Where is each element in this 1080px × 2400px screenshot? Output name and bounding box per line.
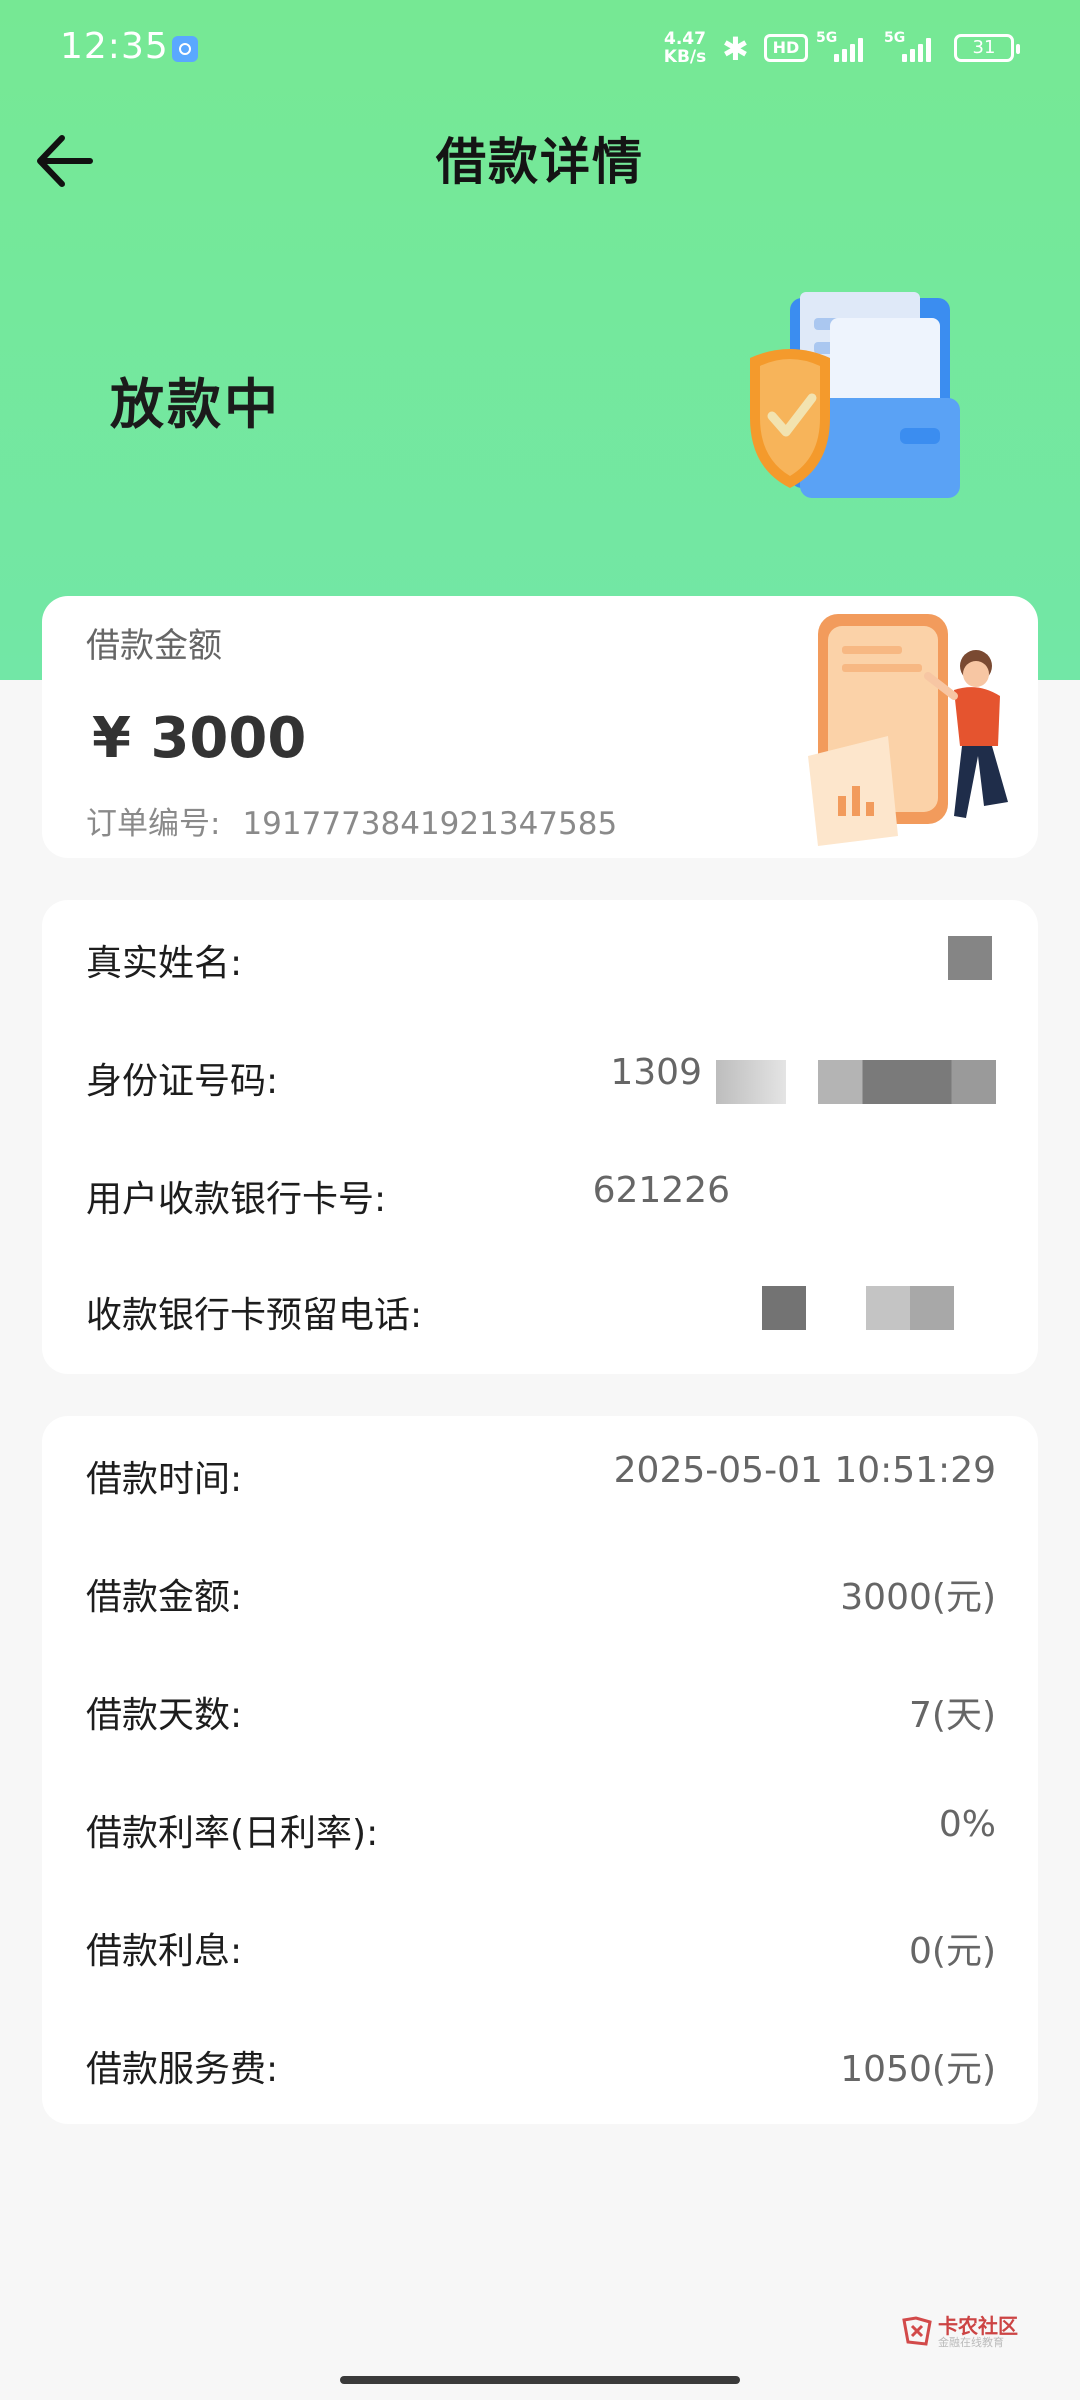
shield-folder-illustration (750, 292, 960, 498)
service-fee-value: 1050(元) (840, 2049, 996, 2090)
signal-icon (830, 38, 866, 62)
amount-label: 借款金额 (86, 626, 222, 666)
user-info-card: 真实姓名: 身份证号码: 1309 用户收款银行卡号: 621226 收款银行卡… (42, 900, 1038, 1374)
redacted-id-mask (818, 1060, 996, 1104)
order-number-label: 订单编号: (86, 806, 221, 842)
status-time: 12:35 (60, 26, 169, 67)
redacted-id-mask (716, 1060, 786, 1104)
reserved-phone-row: 收款银行卡预留电话: (86, 1286, 996, 1346)
phone-person-illustration (808, 614, 1008, 846)
service-fee-label: 借款服务费: (86, 2049, 279, 2090)
real-name-row: 真实姓名: (86, 934, 996, 994)
status-bar: 12:35 4.47 KB/s ✱ HD 5G 5G 31 (0, 0, 1080, 100)
app-notification-icon (172, 36, 198, 62)
loan-time-label: 借款时间: (86, 1459, 243, 1500)
id-number-value: 1309 (610, 1052, 702, 1093)
service-fee-row: 借款服务费: 1050(元) (86, 2040, 996, 2100)
loan-time-row: 借款时间: 2025-05-01 10:51:29 (86, 1450, 996, 1510)
loan-status: 放款中 (110, 373, 281, 436)
redacted-phone-mask (762, 1286, 806, 1330)
amount-value: ¥ 3000 (92, 706, 307, 771)
interest-rate-value: 0% (938, 1804, 996, 1845)
id-number-row: 身份证号码: 1309 (86, 1052, 996, 1112)
loan-days-label: 借款天数: (86, 1695, 243, 1736)
signal-icon (898, 38, 934, 62)
watermark-subtitle: 金融在线教育 (938, 2336, 1004, 2349)
loan-amount-card: 借款金额 ¥ 3000 订单编号: 1917773841921347585 (42, 596, 1038, 858)
loan-time-value: 2025-05-01 10:51:29 (613, 1450, 996, 1491)
bank-card-value: 621226 (592, 1170, 730, 1211)
id-number-label: 身份证号码: (86, 1061, 279, 1102)
page-title: 借款详情 (436, 133, 644, 191)
loan-amount-label: 借款金额: (86, 1577, 243, 1618)
redacted-name-mask (948, 936, 992, 980)
interest-row: 借款利息: 0(元) (86, 1922, 996, 1982)
network-speed: 4.47 KB/s (663, 29, 707, 67)
watermark-logo-icon (902, 2316, 932, 2346)
bank-card-label: 用户收款银行卡号: (86, 1179, 387, 1220)
interest-label: 借款利息: (86, 1931, 243, 1972)
reserved-phone-label: 收款银行卡预留电话: (86, 1295, 423, 1336)
loan-days-value: 7(天) (909, 1695, 996, 1736)
loan-amount-value: 3000(元) (840, 1577, 996, 1618)
home-indicator[interactable] (340, 2376, 740, 2384)
bluetooth-icon: ✱ (722, 30, 749, 68)
order-number-value: 1917773841921347585 (242, 806, 618, 842)
real-name-label: 真实姓名: (86, 943, 243, 984)
loan-amount-row: 借款金额: 3000(元) (86, 1568, 996, 1628)
interest-rate-row: 借款利率(日利率): 0% (86, 1804, 996, 1864)
interest-rate-label: 借款利率(日利率): (86, 1813, 379, 1854)
loan-days-row: 借款天数: 7(天) (86, 1686, 996, 1746)
hd-voice-icon: HD (764, 34, 808, 62)
bank-card-row: 用户收款银行卡号: 621226 (86, 1170, 996, 1230)
community-watermark: 卡农社区 金融在线教育 (900, 2310, 1040, 2354)
interest-value: 0(元) (909, 1931, 996, 1972)
loan-details-card: 借款时间: 2025-05-01 10:51:29 借款金额: 3000(元) … (42, 1416, 1038, 2124)
battery-icon: 31 (954, 34, 1020, 62)
order-number-row: 订单编号: 1917773841921347585 (86, 798, 639, 843)
redacted-phone-mask (866, 1286, 954, 1330)
